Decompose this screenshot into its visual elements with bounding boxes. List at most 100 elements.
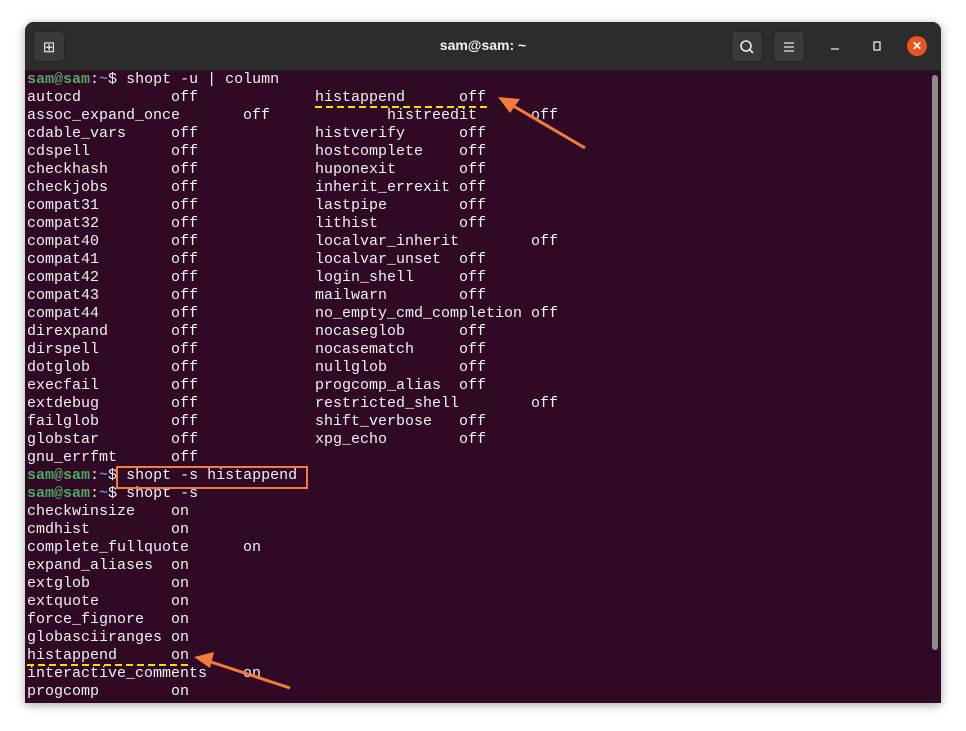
option-state: off xyxy=(171,143,199,160)
option-state: off xyxy=(531,305,559,322)
option-state: off xyxy=(171,449,199,466)
option-name: histappend xyxy=(315,89,406,106)
prompt-path: ~ xyxy=(99,485,109,502)
prompt-path: ~ xyxy=(99,467,109,484)
option-state: off xyxy=(171,431,199,448)
option-name: login_shell xyxy=(315,269,415,286)
option-state: on xyxy=(243,539,262,556)
option-state: on xyxy=(171,629,190,646)
option-state: off xyxy=(171,125,199,142)
option-name: histreedit xyxy=(387,107,478,124)
option-name: dotglob xyxy=(27,359,91,376)
option-name: cdspell xyxy=(27,143,91,160)
option-state: off xyxy=(171,89,199,106)
prompt-dollar: $ xyxy=(108,467,118,484)
option-name: progcomp xyxy=(27,683,100,700)
menu-button[interactable] xyxy=(773,31,805,62)
option-state: on xyxy=(171,593,190,610)
option-name: execfail xyxy=(27,377,100,394)
option-state: off xyxy=(459,161,487,178)
option-state: on xyxy=(171,557,190,574)
option-state: off xyxy=(459,341,487,358)
option-state: off xyxy=(459,125,487,142)
option-state: on xyxy=(171,503,190,520)
option-name: no_empty_cmd_completion xyxy=(315,305,523,322)
option-name: inherit_errexit xyxy=(315,179,451,196)
option-name: histappend xyxy=(27,647,118,664)
search-button[interactable] xyxy=(731,31,763,62)
prompt-user: sam@sam xyxy=(27,71,91,88)
option-state: on xyxy=(171,647,190,664)
minimize-button[interactable] xyxy=(825,36,845,56)
option-state: off xyxy=(171,377,199,394)
option-state: off xyxy=(171,341,199,358)
option-state: off xyxy=(459,215,487,232)
option-name: complete_fullquote xyxy=(27,539,190,556)
option-state: on xyxy=(171,521,190,538)
command-text: shopt -u | column xyxy=(126,71,280,88)
option-name: dirspell xyxy=(27,341,100,358)
option-name: progcomp_alias xyxy=(315,377,442,394)
option-state: off xyxy=(171,269,199,286)
scrollbar[interactable] xyxy=(932,75,938,650)
option-state: off xyxy=(171,161,199,178)
title-bar: ⊞ sam@sam: ~ ✕ xyxy=(25,22,941,71)
option-name: compat40 xyxy=(27,233,100,250)
prompt-separator: : xyxy=(90,71,100,88)
hamburger-menu-icon xyxy=(784,41,794,52)
option-state: off xyxy=(171,287,199,304)
minimize-icon xyxy=(831,48,839,50)
option-state: off xyxy=(171,395,199,412)
option-name: failglob xyxy=(27,413,100,430)
close-button[interactable]: ✕ xyxy=(907,36,927,56)
prompt-dollar: $ xyxy=(108,485,118,502)
option-name: checkhash xyxy=(27,161,109,178)
option-state: off xyxy=(459,413,487,430)
option-state: off xyxy=(459,431,487,448)
option-name: extdebug xyxy=(27,395,100,412)
prompt-separator: : xyxy=(90,485,100,502)
option-name: huponexit xyxy=(315,161,397,178)
option-name: histverify xyxy=(315,125,406,142)
option-name: lithist xyxy=(315,215,379,232)
option-state: off xyxy=(171,179,199,196)
terminal-output[interactable]: sam@sam:~$ shopt -u | column autocd off his… xyxy=(25,71,941,703)
option-name: expand_aliases xyxy=(27,557,154,574)
option-name: extquote xyxy=(27,593,100,610)
option-name: nocaseglob xyxy=(315,323,406,340)
search-icon xyxy=(740,39,754,54)
command-text: shopt -s histappend xyxy=(126,467,298,484)
option-name: hostcomplete xyxy=(315,143,424,160)
maximize-icon xyxy=(873,41,881,51)
option-state: on xyxy=(171,575,190,592)
prompt-line: sam@sam:~$ shopt -u | column xyxy=(27,71,279,89)
option-name: compat43 xyxy=(27,287,100,304)
maximize-button[interactable] xyxy=(867,36,887,56)
option-name: compat42 xyxy=(27,269,100,286)
option-state: off xyxy=(459,89,487,106)
option-name: assoc_expand_once xyxy=(27,107,181,124)
option-state: off xyxy=(531,395,559,412)
option-name: autocd xyxy=(27,89,82,106)
option-name: localvar_unset xyxy=(315,251,442,268)
option-state: off xyxy=(531,107,559,124)
option-name: force_fignore xyxy=(27,611,145,628)
option-name: compat31 xyxy=(27,197,100,214)
option-state: off xyxy=(171,233,199,250)
prompt-path: ~ xyxy=(99,71,109,88)
option-state: off xyxy=(459,251,487,268)
option-name: interactive_comments xyxy=(27,665,208,682)
option-state: off xyxy=(459,377,487,394)
option-name: compat41 xyxy=(27,251,100,268)
option-state: off xyxy=(171,197,199,214)
option-state: on xyxy=(171,683,190,700)
option-state: off xyxy=(171,323,199,340)
option-state: off xyxy=(459,143,487,160)
option-name: compat32 xyxy=(27,215,100,232)
option-state: off xyxy=(171,305,199,322)
option-name: mailwarn xyxy=(315,287,388,304)
option-name: lastpipe xyxy=(315,197,388,214)
option-state: off xyxy=(459,269,487,286)
option-name: cmdhist xyxy=(27,521,91,538)
option-state: off xyxy=(459,323,487,340)
